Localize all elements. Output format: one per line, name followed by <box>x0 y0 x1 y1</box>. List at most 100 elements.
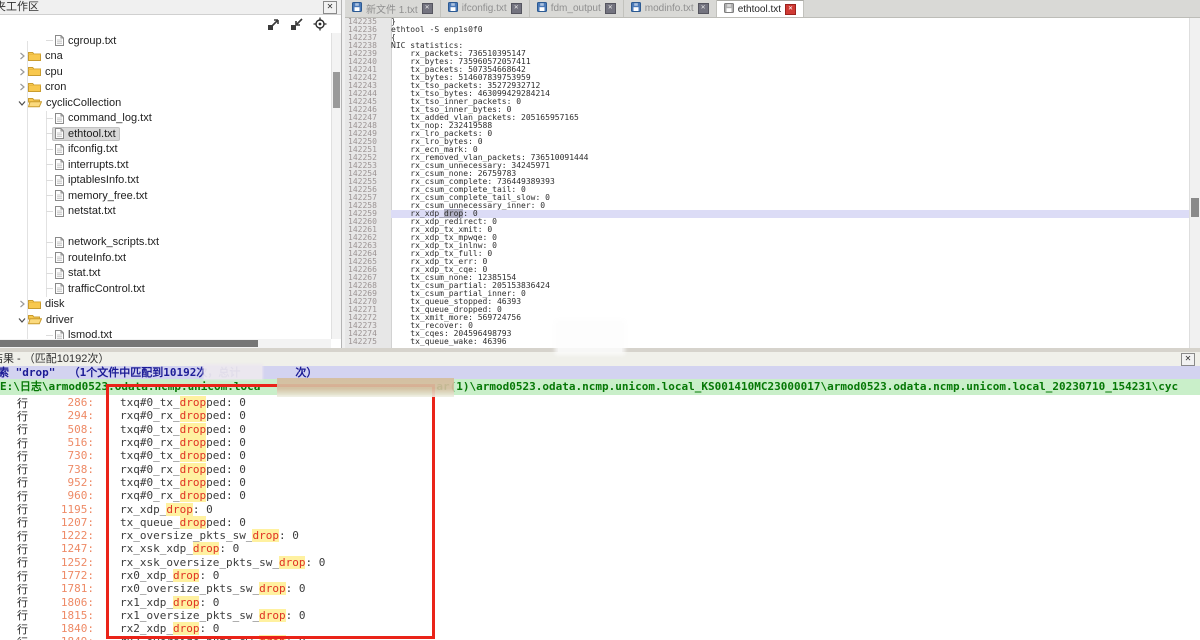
file-icon <box>55 237 64 248</box>
tab-close-icon[interactable]: ✕ <box>605 3 616 14</box>
line-text: rx_xdp_tx_xmit: 0 <box>391 226 1190 234</box>
tree-connector <box>46 288 53 289</box>
save-state-icon <box>352 2 362 15</box>
line-text: tx_queue_stopped: 46393 <box>391 298 1190 306</box>
tree-item-network_scripts.txt[interactable]: network_scripts.txt <box>0 235 331 251</box>
line-text: rx_xdp_tx_inlnw: 0 <box>391 242 1190 250</box>
line-text: rx_lro_bytes: 0 <box>391 138 1190 146</box>
tree-connector <box>46 164 53 165</box>
tab-close-icon[interactable]: ✕ <box>511 3 522 14</box>
chevron-down-icon[interactable] <box>16 316 28 324</box>
chevron-right-icon[interactable] <box>16 52 28 60</box>
redaction-blur-editor <box>558 323 622 352</box>
tree-item-cyclicCollection[interactable]: cyclicCollection <box>0 95 331 111</box>
tree-item-lsmod.txt[interactable]: lsmod.txt <box>0 328 331 340</box>
search-summary-line[interactable]: 搜索 "drop" （1个文件中匹配到10192次，总计次） <box>0 366 1200 379</box>
tree-horizontal-scrollbar[interactable] <box>0 339 331 348</box>
tree-vscroll-thumb[interactable] <box>333 72 340 108</box>
row-line-number: 738: <box>28 463 94 476</box>
tree-item-label: ethtool.txt <box>68 128 116 140</box>
results-title: 结果 - （匹配10192次） <box>0 352 109 366</box>
tab-fdm_output[interactable]: fdm_output✕ <box>530 0 624 17</box>
editor-vscroll-thumb[interactable] <box>1191 198 1199 217</box>
row-line-number: 1806: <box>28 596 94 609</box>
tree-item-netstat.txt[interactable]: netstat.txt <box>0 204 331 220</box>
expand-all-icon[interactable] <box>267 17 281 31</box>
tab-新文件 1.txt[interactable]: 新文件 1.txt✕ <box>345 0 441 17</box>
tree-item-command_log.txt[interactable]: command_log.txt <box>0 111 331 127</box>
tree-item-label: command_log.txt <box>68 112 152 124</box>
workspace-panel-titlebar: 夹工作区 ✕ <box>0 0 341 15</box>
row-line-number: 960: <box>28 489 94 502</box>
line-text: rx_xdp_redirect: 0 <box>391 218 1190 226</box>
tab-ethtool.txt[interactable]: ethtool.txt✕ <box>717 0 804 17</box>
tree-connector <box>46 118 53 119</box>
tree-item-interrupts.txt[interactable]: interrupts.txt <box>0 157 331 173</box>
tab-label: modinfo.txt <box>645 3 694 14</box>
tab-close-icon[interactable]: ✕ <box>422 3 433 14</box>
line-text: } <box>391 18 1190 26</box>
row-line-number: 1772: <box>28 569 94 582</box>
workspace-panel-title: 夹工作区 <box>0 0 39 14</box>
tree-connector <box>46 149 53 150</box>
row-line-number: 1849: <box>28 635 94 640</box>
collapse-all-icon[interactable] <box>290 17 304 31</box>
row-line-number: 286: <box>28 396 94 409</box>
folder-icon <box>28 66 41 77</box>
file-icon <box>55 252 64 263</box>
tree-item-cgroup.txt[interactable]: cgroup.txt <box>0 33 331 49</box>
tree-item-routeInfo.txt[interactable]: routeInfo.txt <box>0 250 331 266</box>
locate-file-icon[interactable] <box>313 17 327 31</box>
chevron-down-icon[interactable] <box>16 99 28 107</box>
line-text: rx_csum_unnecessary_inner: 0 <box>391 202 1190 210</box>
chevron-right-icon[interactable] <box>16 83 28 91</box>
editor-code-area[interactable]: 142235}142236ethtool -S enp1s0f0142237{1… <box>345 18 1190 348</box>
row-line-label: 行 <box>0 634 28 640</box>
tab-modinfo.txt[interactable]: modinfo.txt ✕ <box>624 0 717 17</box>
tree-item-label: memory_free.txt <box>68 190 147 202</box>
row-line-number: 1247: <box>28 542 94 555</box>
workspace-toolbar <box>0 15 341 33</box>
tree-item-ethtool.txt[interactable]: ethtool.txt <box>0 126 331 142</box>
tree-item-label: trafficControl.txt <box>68 283 145 295</box>
tree-item-label: cyclicCollection <box>46 97 121 109</box>
tree-connector <box>46 335 53 336</box>
redaction-blur-summary <box>204 365 262 379</box>
tab-bar: 新文件 1.txt✕ifconfig.txt✕fdm_output✕modinf… <box>345 0 1200 18</box>
tree-item-trafficControl.txt[interactable]: trafficControl.txt <box>0 281 331 297</box>
file-icon <box>55 190 64 201</box>
tree-connector <box>46 242 53 243</box>
tree-item-cron[interactable]: cron <box>0 80 331 96</box>
chevron-right-icon[interactable] <box>16 68 28 76</box>
tree-connector <box>46 273 53 274</box>
row-line-number: 1815: <box>28 609 94 622</box>
tree-item-cna[interactable]: cna <box>0 49 331 65</box>
tab-close-icon[interactable]: ✕ <box>785 4 796 15</box>
line-text: { <box>391 34 1190 42</box>
tree-item-stat.txt[interactable]: stat.txt <box>0 266 331 282</box>
editor-line: 142275 tx_queue_wake: 46396 <box>345 338 1190 346</box>
chevron-right-icon[interactable] <box>16 300 28 308</box>
tree-item-ifconfig.txt[interactable]: ifconfig.txt <box>0 142 331 158</box>
tree-vertical-scrollbar[interactable] <box>331 33 341 339</box>
tree-connector <box>46 211 53 212</box>
tab-ifconfig.txt[interactable]: ifconfig.txt✕ <box>441 0 530 17</box>
tab-close-icon[interactable]: ✕ <box>698 3 709 14</box>
tree-item-driver[interactable]: driver <box>0 312 331 328</box>
line-number: 142275 <box>345 338 391 346</box>
tree-item-memory_free.txt[interactable]: memory_free.txt <box>0 188 331 204</box>
tree-item-iptablesInfo.txt[interactable]: iptablesInfo.txt <box>0 173 331 189</box>
file-icon <box>55 175 64 186</box>
tree-item-label: lsmod.txt <box>68 329 112 339</box>
tree-item-disk[interactable]: disk <box>0 297 331 313</box>
tree-item-cpu[interactable]: cpu <box>0 64 331 80</box>
editor-vertical-scrollbar[interactable] <box>1189 18 1200 348</box>
file-tree[interactable]: cgroup.txtcnacpucroncyclicCollection comm… <box>0 33 331 339</box>
tree-item-label: stat.txt <box>68 267 100 279</box>
selected-item-highlight: ethtool.txt <box>52 127 120 141</box>
results-close-icon[interactable]: ✕ <box>1181 353 1195 366</box>
workspace-close-icon[interactable]: ✕ <box>323 1 337 14</box>
tree-hscroll-thumb[interactable] <box>0 340 258 347</box>
tree-connector <box>46 195 53 196</box>
folder-icon <box>28 299 41 310</box>
